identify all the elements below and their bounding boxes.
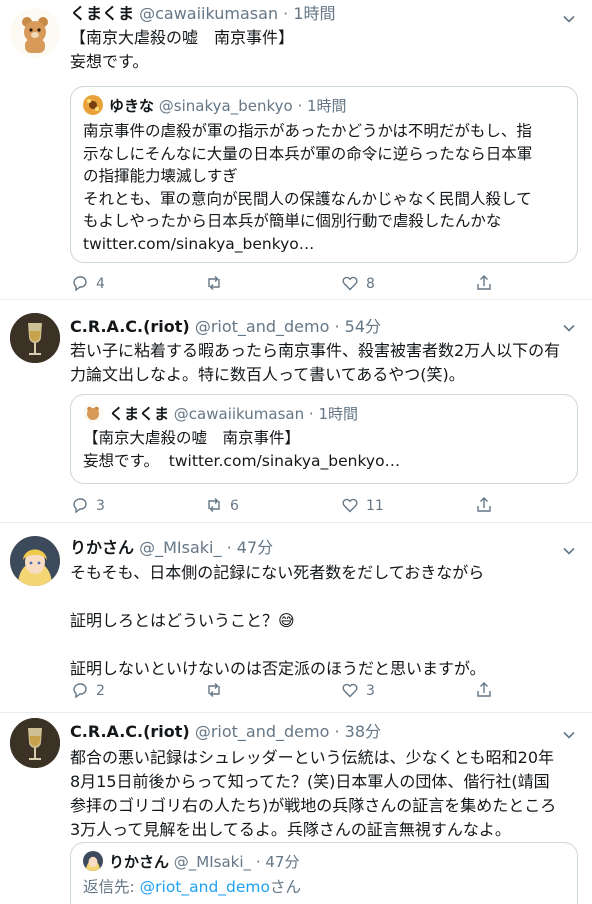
tweet-1[interactable]: くまくま @cawaiikumasan · 1時間 【南京大虐殺の嘘 南京事件】… <box>0 0 592 300</box>
user-handle[interactable]: @_MIsaki_ <box>139 538 221 557</box>
quote-handle: @cawaiikumasan <box>173 405 305 423</box>
heart-icon <box>342 276 358 291</box>
quote-display-name: りかさん <box>109 853 170 871</box>
retweet-icon <box>208 683 220 697</box>
display-name[interactable]: くまくま <box>70 4 134 23</box>
timestamp[interactable]: 1時間 <box>293 4 335 23</box>
quote-timestamp: 1時間 <box>307 97 347 115</box>
tweet-text: 【南京大虐殺の嘘 南京事件】 妄想です。 <box>70 28 295 71</box>
like-button[interactable]: 8 <box>340 272 375 296</box>
like-count: 11 <box>366 498 384 514</box>
quoted-tweet[interactable]: くまくま @cawaiikumasan · 1時間 【南京大虐殺の嘘 南京事件】… <box>70 394 578 484</box>
display-name[interactable]: C.R.A.C.(riot) <box>70 722 190 741</box>
quote-header: りかさん @_MIsaki_ · 47分 <box>83 851 299 873</box>
heart-icon <box>342 683 358 698</box>
reply-icon <box>73 276 87 292</box>
share-icon <box>477 275 491 290</box>
quote-text: 【南京大虐殺の嘘 南京事件】 妄想です。 twitter.com/sinakya… <box>83 429 401 470</box>
retweet-button[interactable] <box>204 679 230 703</box>
reply-button[interactable]: 3 <box>70 494 105 518</box>
quote-display-name: くまくま <box>109 405 170 423</box>
tweet-text: 都合の悪い記録はシュレッダーという伝統は、少なくとも昭和20年 8月15日前後か… <box>70 748 557 839</box>
timestamp[interactable]: 54分 <box>345 317 381 336</box>
retweet-icon <box>208 276 220 290</box>
chevron-down-icon[interactable] <box>562 12 576 26</box>
user-handle[interactable]: @cawaiikumasan <box>139 4 278 23</box>
chevron-down-icon[interactable] <box>562 728 576 742</box>
like-count: 3 <box>366 683 375 699</box>
tweet-header: りかさん @_MIsaki_ · 47分 <box>70 536 552 560</box>
quoted-tweet[interactable]: ゆきな @sinakya_benkyo · 1時間 南京事件の虐殺が軍の指示があ… <box>70 86 578 263</box>
user-handle[interactable]: @riot_and_demo <box>195 317 330 336</box>
timestamp[interactable]: 47分 <box>237 538 273 557</box>
quote-header: くまくま @cawaiikumasan · 1時間 <box>83 403 358 425</box>
quote-handle: @sinakya_benkyo <box>158 97 293 115</box>
bear-avatar <box>83 403 103 423</box>
retweet-icon <box>208 498 220 512</box>
wine-glass-avatar[interactable] <box>10 718 60 768</box>
reply-icon <box>73 498 87 514</box>
quote-header: ゆきな @sinakya_benkyo · 1時間 <box>83 95 347 117</box>
separator-dot: · <box>334 722 340 741</box>
tweet-header: C.R.A.C.(riot) @riot_and_demo · 38分 <box>70 720 552 744</box>
quote-timestamp: 47分 <box>265 853 300 871</box>
retweet-button[interactable] <box>204 272 230 296</box>
user-handle[interactable]: @riot_and_demo <box>195 722 330 741</box>
share-button[interactable] <box>474 272 500 296</box>
chevron-down-icon[interactable] <box>562 321 576 335</box>
like-count: 8 <box>366 276 375 292</box>
separator-dot: · <box>255 853 261 871</box>
separator-dot: · <box>226 538 232 557</box>
share-button[interactable] <box>474 679 500 703</box>
heart-icon <box>342 498 358 513</box>
tweet-3[interactable]: りかさん @_MIsaki_ · 47分 そもそも、日本側の記録にない死者数をだ… <box>0 524 592 713</box>
flower-avatar <box>83 95 103 115</box>
action-bar: 2 3 <box>70 679 578 703</box>
retweet-button[interactable]: 6 <box>204 494 239 518</box>
quote-handle: @_MIsaki_ <box>173 853 252 871</box>
action-bar: 3 6 11 <box>70 494 578 518</box>
quote-text: 南京事件の虐殺が軍の指示があったかどうかは不明だがもし、指 示なしにそんなに大量… <box>83 122 533 253</box>
reply-count: 4 <box>96 276 105 292</box>
quoted-tweet[interactable]: りかさん @_MIsaki_ · 47分 返信先: @riot_and_demo… <box>70 842 578 904</box>
reply-count: 2 <box>96 683 105 699</box>
separator-dot: · <box>297 97 303 115</box>
share-icon <box>477 497 491 512</box>
retweet-count: 6 <box>230 498 239 514</box>
tweet-4[interactable]: C.R.A.C.(riot) @riot_and_demo · 38分 都合の悪… <box>0 714 592 904</box>
tweet-header: C.R.A.C.(riot) @riot_and_demo · 54分 <box>70 315 552 339</box>
share-button[interactable] <box>474 494 500 518</box>
separator-dot: · <box>308 405 314 423</box>
display-name[interactable]: りかさん <box>70 538 134 557</box>
reply-button[interactable]: 2 <box>70 679 105 703</box>
reply-count: 3 <box>96 498 105 514</box>
tweet-text: そもそも、日本側の記録にない死者数をだしておきながら 証明しろとはどういうこと？… <box>70 563 486 678</box>
tweet-header: くまくま @cawaiikumasan · 1時間 <box>70 2 552 26</box>
bear-avatar[interactable] <box>10 8 60 58</box>
share-icon <box>477 682 491 697</box>
display-name[interactable]: C.R.A.C.(riot) <box>70 317 190 336</box>
separator-dot: · <box>334 317 340 336</box>
wine-glass-avatar[interactable] <box>10 313 60 363</box>
like-button[interactable]: 3 <box>340 679 375 703</box>
reply-to-label: 返信先: <box>83 878 140 896</box>
quote-display-name: ゆきな <box>109 97 155 115</box>
separator-dot: · <box>283 4 289 23</box>
reply-to-suffix: さん <box>270 878 302 896</box>
timestamp[interactable]: 38分 <box>345 722 381 741</box>
anime-character-avatar[interactable] <box>10 536 60 586</box>
tweet-text: 若い子に粘着する暇あったら南京事件、殺害被害者数2万人以下の有 力論文出しなよ。… <box>70 341 561 384</box>
like-button[interactable]: 11 <box>340 494 384 518</box>
quote-reply-context: 返信先: @riot_and_demoさん <box>83 876 567 899</box>
reply-button[interactable]: 4 <box>70 272 105 296</box>
action-bar: 4 8 <box>70 272 578 296</box>
reply-icon <box>73 683 87 699</box>
chevron-down-icon[interactable] <box>562 544 576 558</box>
tweet-2[interactable]: C.R.A.C.(riot) @riot_and_demo · 54分 若い子に… <box>0 301 592 523</box>
quote-timestamp: 1時間 <box>318 405 358 423</box>
reply-to-handle[interactable]: @riot_and_demo <box>140 878 270 896</box>
anime-character-avatar <box>83 851 103 871</box>
